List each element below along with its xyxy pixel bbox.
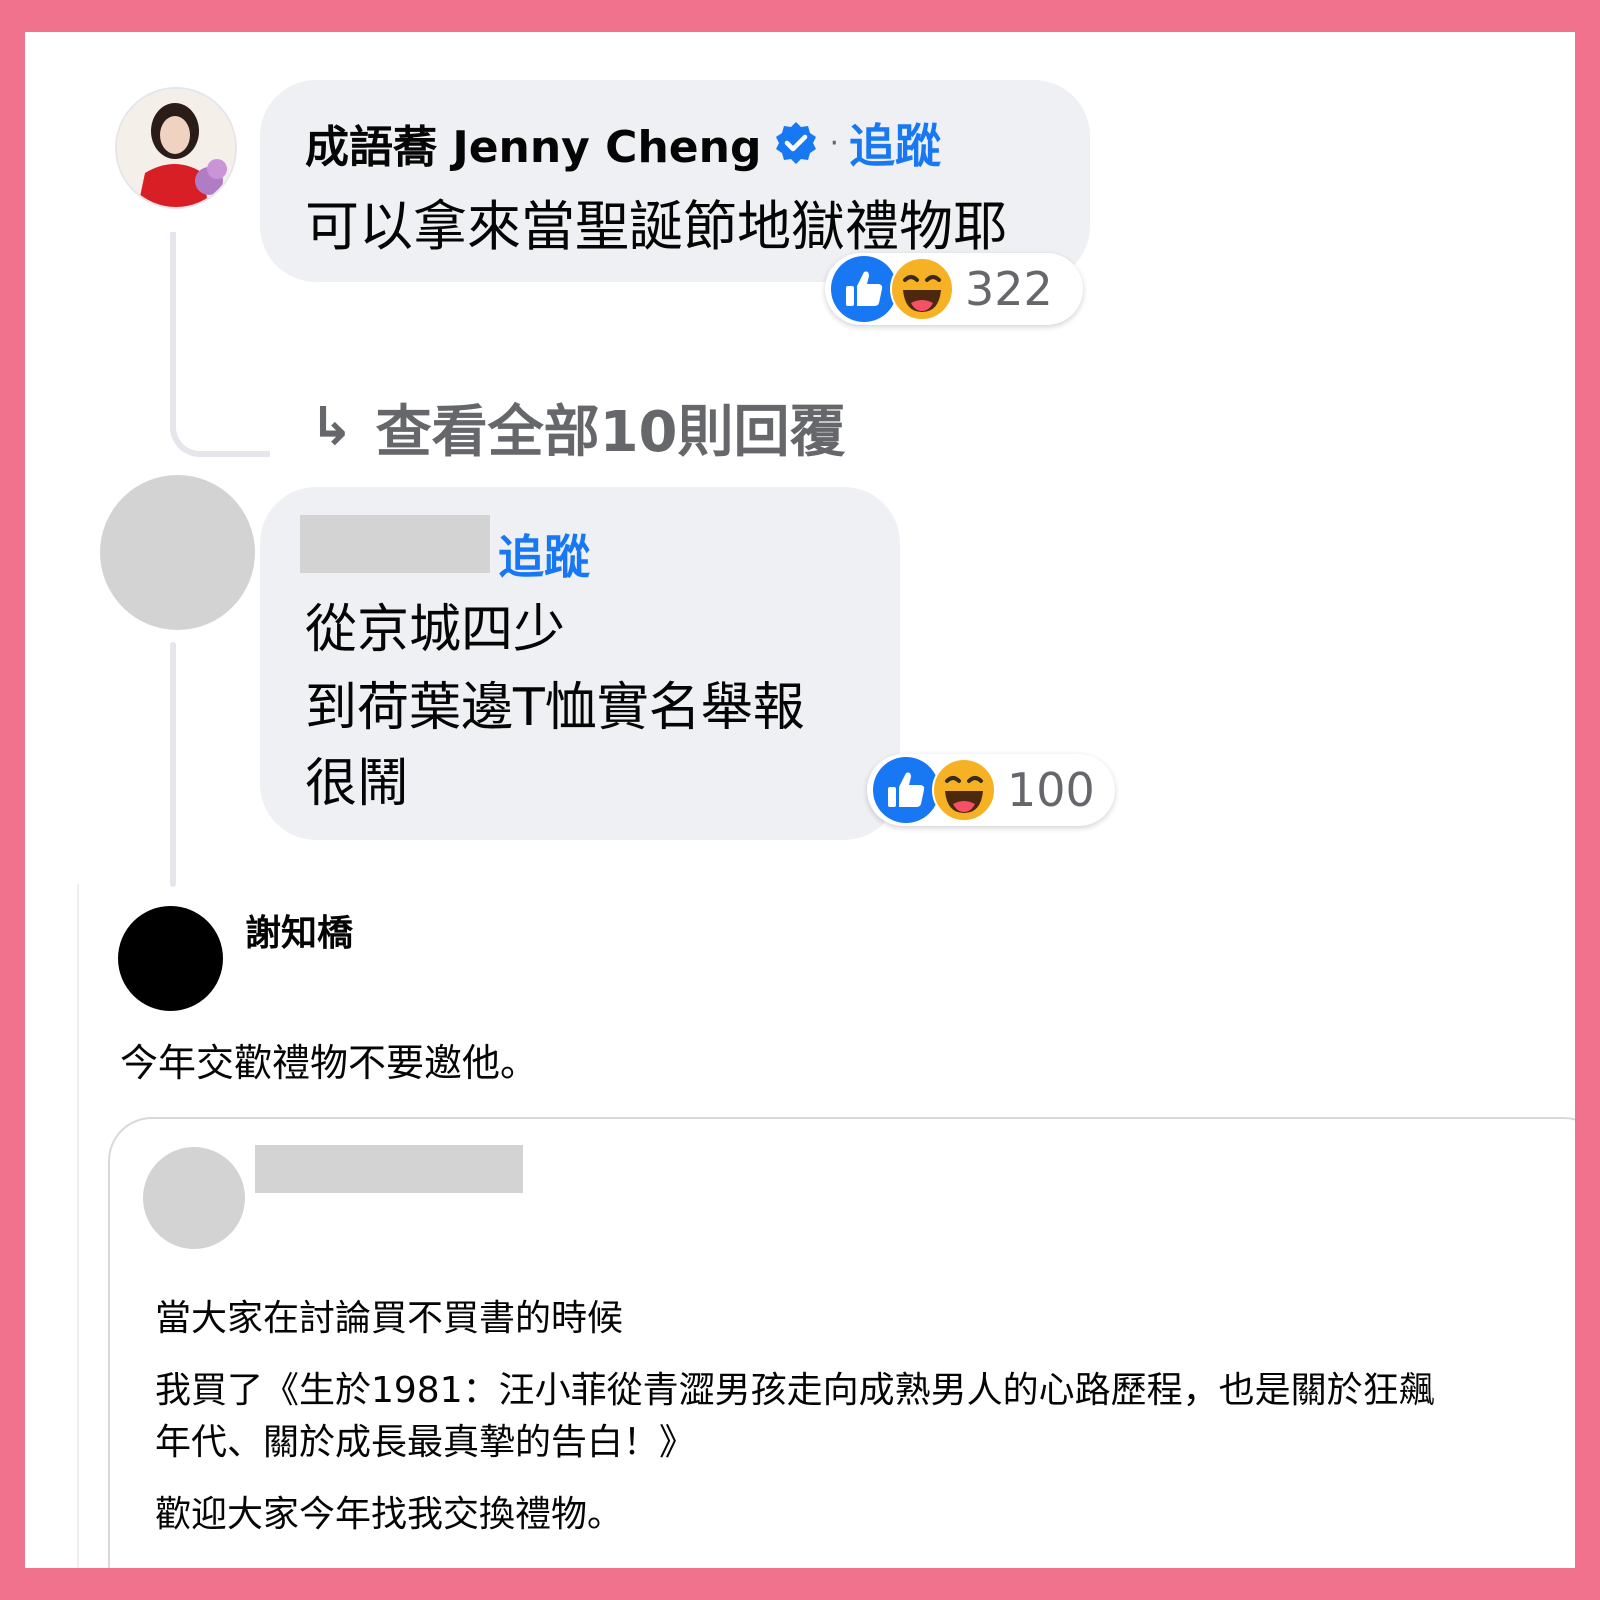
comment-bubble-2: 追蹤 從京城四少 到荷葉邊T恤實名舉報 很鬧 bbox=[260, 487, 900, 840]
redacted-shared-author bbox=[255, 1145, 523, 1193]
reaction-count: 100 bbox=[1007, 763, 1095, 817]
shared-avatar-redacted bbox=[143, 1147, 245, 1249]
avatar-redacted[interactable] bbox=[100, 475, 255, 630]
follow-button[interactable]: 追蹤 bbox=[498, 521, 590, 587]
like-icon bbox=[873, 757, 939, 823]
shared-text-line-4: 歡迎大家今年找我交換禮物。 bbox=[155, 1494, 624, 1535]
comment-author[interactable]: 成語蕎 Jenny Cheng bbox=[305, 111, 761, 175]
reply-arrow-icon: ↳ bbox=[310, 397, 354, 457]
view-replies-label: 查看全部10則回覆 bbox=[375, 399, 846, 465]
comment-line-1: 從京城四少 bbox=[305, 600, 566, 660]
haha-icon bbox=[932, 758, 996, 822]
haha-icon bbox=[890, 257, 954, 321]
comment-line-2: 到荷葉邊T恤實名舉報 bbox=[305, 678, 805, 738]
comment-text: 可以拿來當聖誕節地獄禮物耶 bbox=[305, 195, 1007, 258]
shared-text-line-2: 我買了《生於1981：汪小菲從青澀男孩走向成熟男人的心路歷程，也是關於狂飆 bbox=[155, 1370, 1435, 1411]
follow-button[interactable]: 追蹤 bbox=[849, 110, 941, 176]
reply-thread-connector bbox=[170, 232, 270, 457]
separator-dot: · bbox=[829, 125, 840, 161]
post-left-border bbox=[77, 884, 79, 1568]
screenshot-canvas: 成語蕎 Jenny Cheng · 追蹤 可以拿來當聖誕節地獄禮物耶 322 ↳… bbox=[25, 32, 1575, 1568]
shared-text-line-1: 當大家在討論買不買書的時候 bbox=[155, 1298, 624, 1339]
avatar-jenny-cheng[interactable] bbox=[115, 87, 237, 209]
reaction-count: 322 bbox=[965, 262, 1053, 316]
reaction-summary-2[interactable]: 100 bbox=[867, 754, 1115, 826]
thread-line bbox=[170, 642, 176, 887]
comment-line-3: 很鬧 bbox=[305, 754, 410, 814]
post-text: 今年交歡禮物不要邀他。 bbox=[120, 1041, 539, 1085]
post-author[interactable]: 謝知橋 bbox=[245, 904, 353, 956]
reaction-summary-1[interactable]: 322 bbox=[825, 253, 1083, 325]
shared-text-line-3: 年代、關於成長最真摯的告白！》 bbox=[155, 1422, 696, 1463]
verified-badge-icon bbox=[773, 120, 819, 166]
like-icon bbox=[831, 256, 897, 322]
view-all-replies-link[interactable]: ↳ 查看全部10則回覆 bbox=[310, 387, 846, 467]
shared-post-card[interactable]: 當大家在討論買不買書的時候 我買了《生於1981：汪小菲從青澀男孩走向成熟男人的… bbox=[108, 1117, 1575, 1568]
redacted-author-name bbox=[300, 515, 490, 573]
comment-bubble-1: 成語蕎 Jenny Cheng · 追蹤 可以拿來當聖誕節地獄禮物耶 bbox=[260, 80, 1090, 282]
avatar-post-author[interactable] bbox=[118, 906, 223, 1011]
